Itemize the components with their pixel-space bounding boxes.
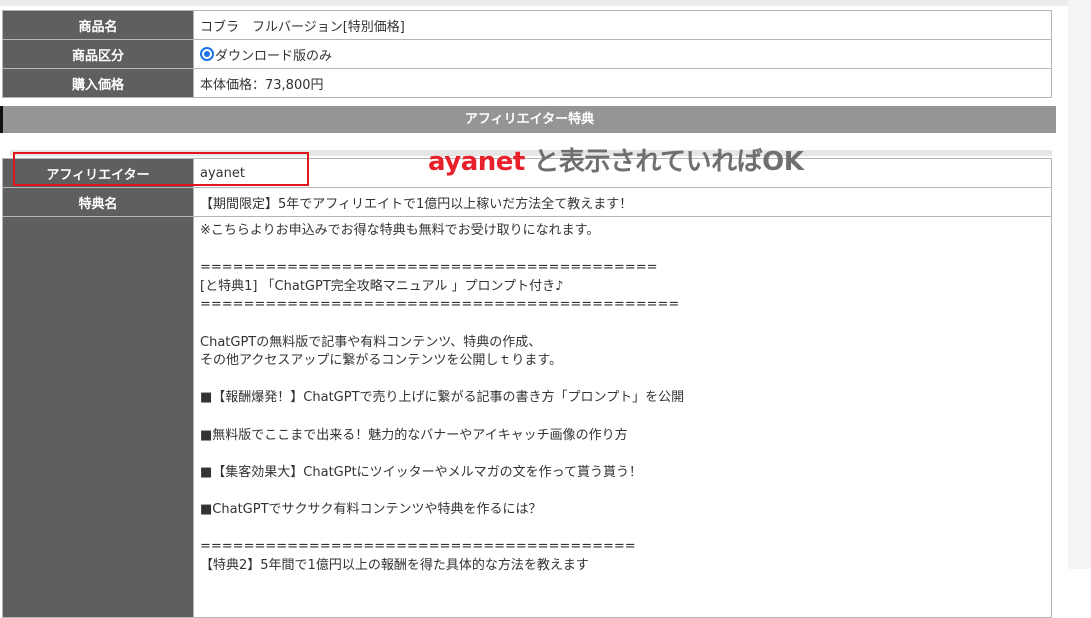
- body-line: ========================================…: [200, 297, 680, 313]
- body-line: ※こちらよりお申込みでお得な特典も無料でお受け取りになれます。: [200, 223, 600, 238]
- body-line: 【特典2】5年間で1億円以上の報酬を得た具体的な方法を教えます: [200, 557, 589, 573]
- table-row: 特典名 【期間限定】5年でアフィリエイトで1億円以上稼いだ方法全て教えます！: [2, 187, 1052, 217]
- table-row: 商品名 コブラ フルバージョン[特別価格]: [2, 10, 1052, 40]
- download-radio[interactable]: [200, 46, 214, 61]
- price-label: 購入価格: [2, 68, 194, 98]
- scrollbar[interactable]: [1068, 0, 1091, 569]
- body-line: ■無料版でここまで出来る！魅力的なバナーやアイキャッチ画像の作り方: [200, 427, 628, 443]
- product-info-table: 商品名 コブラ フルバージョン[特別価格] 商品区分 ダウンロード版のみ 購入価…: [2, 10, 1052, 98]
- product-type-value: ダウンロード版のみ: [215, 48, 333, 64]
- annotation-callout: ayanet と表示されていればOK: [428, 141, 804, 178]
- annotation-highlight: ayanet: [428, 147, 525, 177]
- body-line: ChatGPTの無料版で記事や有料コンテンツ、特典の作成、: [200, 334, 542, 350]
- body-line: ■ChatGPTでサクサク有料コンテンツや特典を作るには？: [200, 501, 542, 517]
- body-line: ■【報酬爆発！】ChatGPTで売り上げに繋がる記事の書き方「プロンプト」を公開: [200, 390, 685, 406]
- body-line: その他アクセスアップに繋がるコンテンツを公開しｔります。: [200, 353, 563, 369]
- product-type-cell: ダウンロード版のみ: [193, 39, 1052, 69]
- table-row: 商品区分 ダウンロード版のみ: [2, 39, 1052, 69]
- body-line: [200, 241, 1045, 260]
- body-line: ========================================: [200, 539, 636, 555]
- price-value: 本体価格：73,800円: [193, 68, 1052, 98]
- body-line: ■【集客効果大】ChatGPtにツイッターやメルマガの文を作って貰う貰う！: [200, 464, 643, 480]
- bonus-name-label: 特典名: [2, 187, 194, 217]
- product-type-label: 商品区分: [2, 39, 194, 69]
- body-line: [200, 371, 1045, 390]
- body-line: [200, 408, 1045, 427]
- bonus-name-value: 【期間限定】5年でアフィリエイトで1億円以上稼いだ方法全て教えます！: [193, 187, 1052, 217]
- annotation-rest: と表示されていればOK: [533, 147, 804, 177]
- section-title: アフィリエイター特典: [0, 106, 1056, 133]
- body-line: ========================================…: [200, 260, 658, 276]
- bonus-detail-label: [2, 216, 194, 618]
- body-line: [200, 520, 1045, 539]
- top-band: [0, 0, 1068, 6]
- product-name-label: 商品名: [2, 10, 194, 40]
- body-line: [200, 315, 1045, 334]
- table-row: ※こちらよりお申込みでお得な特典も無料でお受け取りになれます。 ========…: [2, 216, 1052, 618]
- product-name-value: コブラ フルバージョン[特別価格]: [193, 10, 1052, 40]
- body-line: [と特典1] 「ChatGPT完全攻略マニュアル 」プロンプト付き♪: [200, 278, 564, 294]
- body-line: [200, 482, 1045, 501]
- table-row: 購入価格 本体価格：73,800円: [2, 68, 1052, 98]
- affiliate-bonus-table: アフィリエイター ayanet 特典名 【期間限定】5年でアフィリエイトで1億円…: [2, 158, 1052, 618]
- highlight-box: [13, 152, 309, 186]
- body-line: [200, 445, 1045, 464]
- bonus-detail-body: ※こちらよりお申込みでお得な特典も無料でお受け取りになれます。 ========…: [193, 216, 1052, 618]
